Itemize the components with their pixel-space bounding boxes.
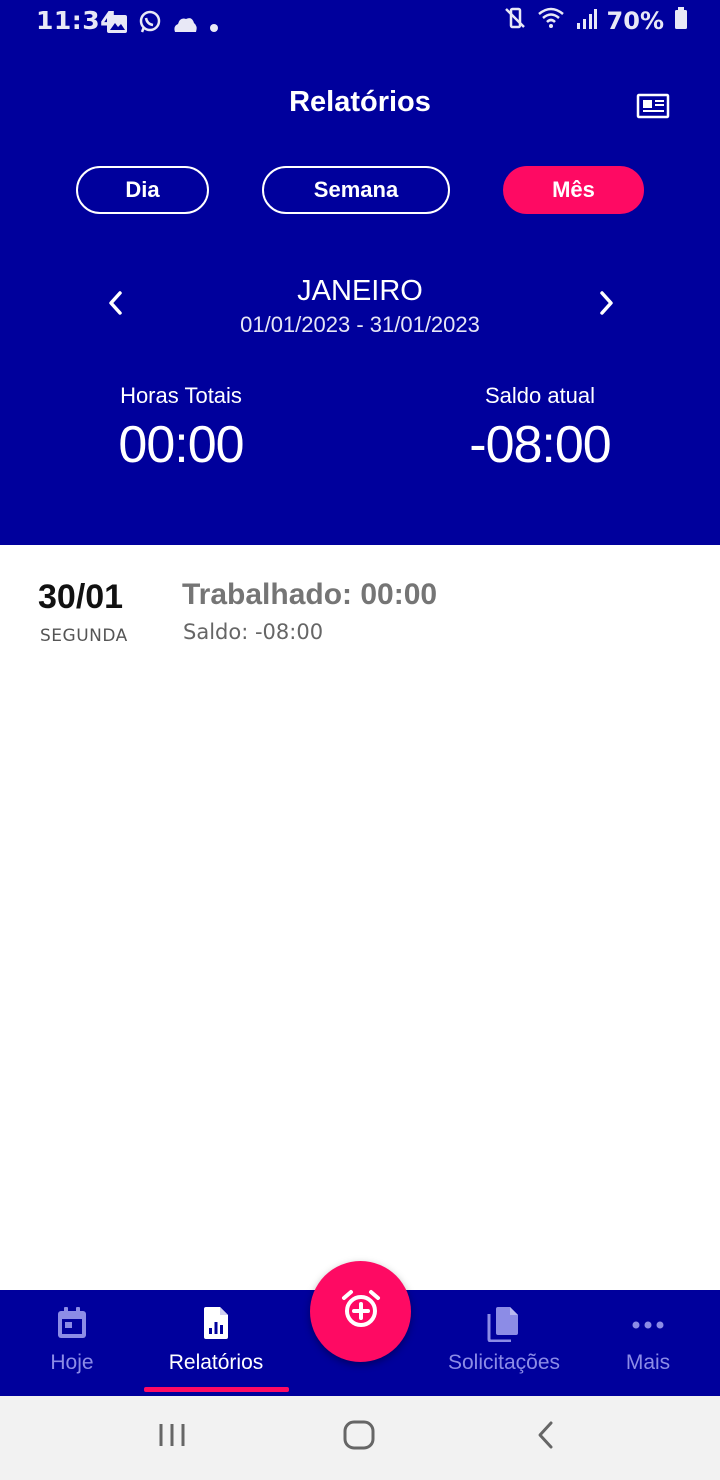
calendar-icon [0, 1306, 144, 1340]
tab-semana[interactable]: Semana [262, 166, 450, 214]
nav-label-solicitacoes: Solicitações [447, 1351, 561, 1374]
page-title: Relatórios [289, 86, 431, 118]
balance-value: -08:00 [469, 416, 611, 474]
day-weekday: SEGUNDA [40, 626, 128, 646]
nav-label-mais: Mais [625, 1351, 671, 1374]
day-date: 30/01 [38, 578, 124, 616]
dot-icon [208, 11, 220, 40]
day-worked: Trabalhado: 00:00 [182, 578, 438, 611]
active-tab-indicator [144, 1387, 289, 1392]
status-left-icons [106, 10, 220, 40]
cloud-icon [172, 11, 198, 40]
battery-percent: 70% [606, 7, 664, 35]
image-icon [106, 11, 128, 40]
header: 11:34 70% Relatórios Dia Semana Mês JANE… [0, 0, 720, 545]
home-icon[interactable] [342, 1418, 376, 1457]
tab-dia[interactable]: Dia [76, 166, 209, 214]
newspaper-icon[interactable] [636, 93, 670, 124]
add-clock-in-button[interactable] [310, 1261, 411, 1362]
wifi-icon [537, 6, 565, 36]
nav-label-hoje: Hoje [50, 1351, 94, 1374]
nav-label-relatorios: Relatórios [168, 1351, 264, 1374]
system-nav-bar [0, 1396, 720, 1480]
balance-label: Saldo atual [484, 383, 596, 408]
alarm-add-icon [341, 1289, 381, 1334]
mute-vibrate-icon [503, 6, 527, 36]
tab-mes[interactable]: Mês [503, 166, 644, 214]
whatsapp-icon [138, 10, 162, 40]
documents-icon [432, 1306, 576, 1342]
chevron-right-icon[interactable] [596, 290, 616, 321]
day-balance: Saldo: -08:00 [183, 620, 324, 644]
nav-item-hoje[interactable]: Hoje [0, 1290, 144, 1396]
nav-item-solicitacoes[interactable]: Solicitações [432, 1290, 576, 1396]
status-right: 70% [503, 6, 688, 36]
back-icon[interactable] [534, 1418, 558, 1457]
battery-icon [674, 6, 688, 36]
signal-icon [575, 7, 597, 36]
nav-item-relatorios[interactable]: Relatórios [144, 1290, 288, 1396]
report-file-icon [144, 1306, 288, 1340]
nav-item-mais[interactable]: Mais [576, 1290, 720, 1396]
more-dots-icon [576, 1306, 720, 1340]
recent-apps-icon[interactable] [156, 1418, 188, 1457]
total-hours-label: Horas Totais [120, 383, 242, 408]
status-bar: 11:34 70% [0, 0, 720, 44]
total-hours-value: 00:00 [118, 416, 244, 474]
